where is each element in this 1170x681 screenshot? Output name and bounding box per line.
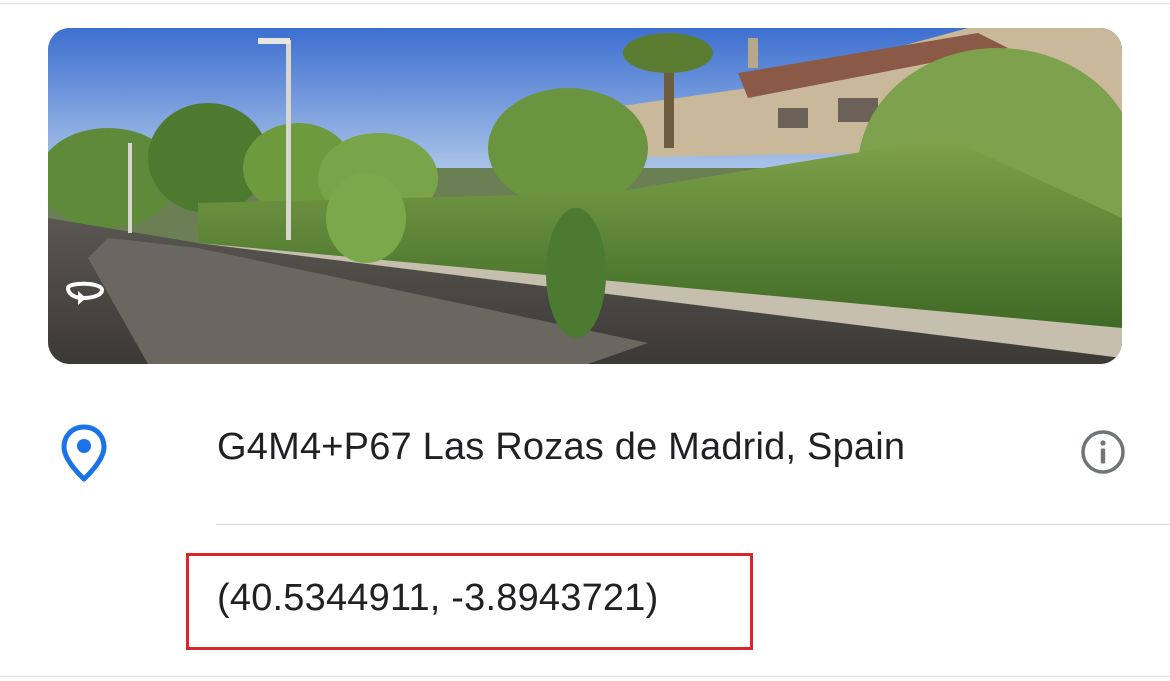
bottom-divider — [0, 676, 1170, 677]
place-coordinates[interactable]: (40.5344911, -3.8943721) — [217, 577, 658, 620]
location-pin-icon — [61, 424, 107, 482]
street-view-360-icon[interactable] — [62, 278, 108, 308]
row-divider — [216, 524, 1170, 525]
place-address: G4M4+P67 Las Rozas de Madrid, Spain — [217, 426, 906, 468]
top-divider — [0, 3, 1170, 4]
place-details-panel: G4M4+P67 Las Rozas de Madrid, Spain (40.… — [0, 0, 1170, 681]
info-icon[interactable] — [1080, 429, 1126, 475]
street-view-photo[interactable] — [48, 28, 1122, 364]
street-view-scene — [48, 28, 1122, 364]
